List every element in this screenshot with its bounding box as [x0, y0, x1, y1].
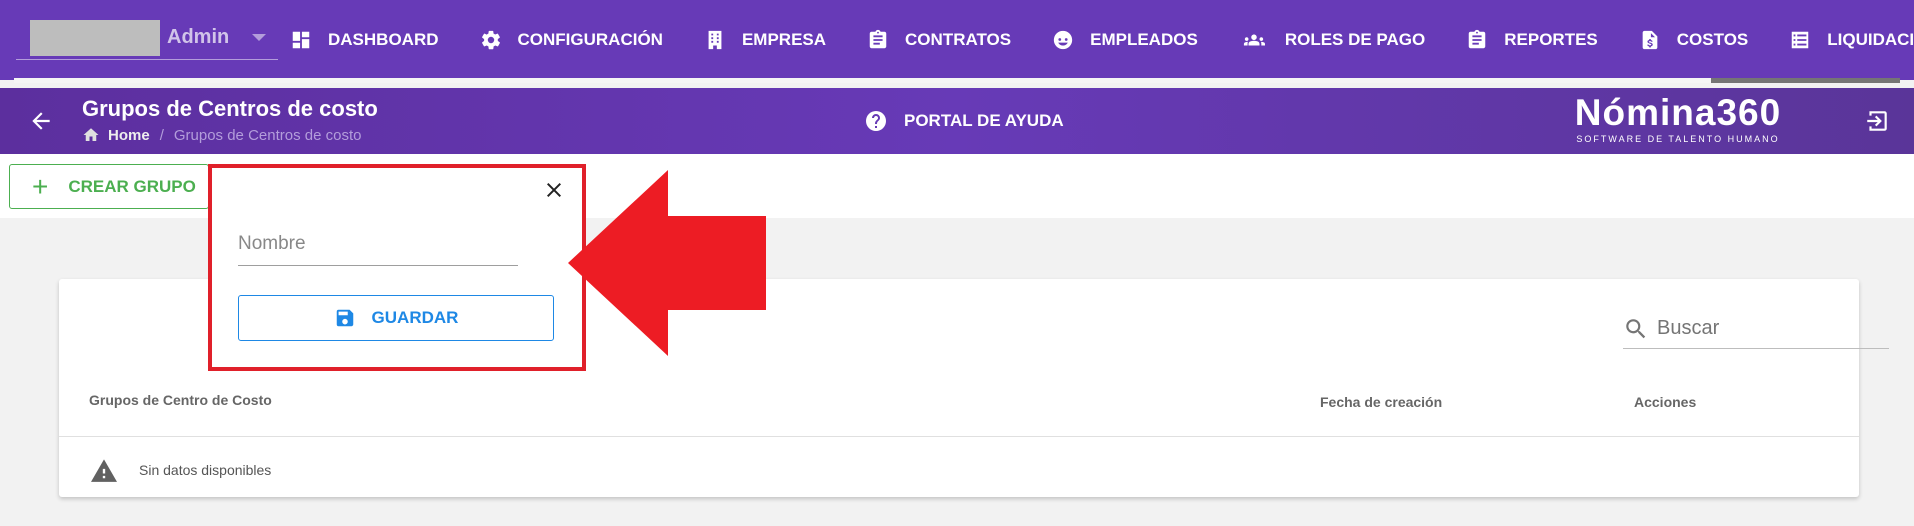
brand-name: Nómina360	[1574, 92, 1782, 133]
nav-item-empleados[interactable]: EMPLEADOS	[1052, 29, 1198, 51]
nav-item-reportes[interactable]: REPORTES	[1466, 29, 1598, 51]
home-icon	[83, 128, 99, 141]
nav-item-label: EMPLEADOS	[1090, 30, 1198, 49]
breadcrumb: Home / Grupos de Centros de costo	[82, 126, 361, 144]
nav-item-empresa[interactable]: EMPRESA	[704, 29, 826, 51]
clipboard-icon	[1469, 29, 1486, 49]
chevron-down-icon	[252, 34, 266, 41]
main-nav: DASHBOARD CONFIGURACIÓN EMPRESA CONTRATO…	[290, 0, 1914, 80]
breadcrumb-separator: /	[159, 126, 164, 144]
plus-icon: +	[32, 170, 49, 202]
help-portal-link[interactable]: PORTAL DE AYUDA	[864, 109, 1064, 133]
create-group-label: CREAR GRUPO	[68, 176, 196, 196]
breadcrumb-current: Grupos de Centros de costo	[173, 126, 362, 144]
user-select[interactable]: Admin	[16, 20, 278, 60]
search-input[interactable]	[1657, 317, 1877, 340]
nav-item-label: LIQUIDACIONES	[1827, 30, 1914, 49]
building-icon	[708, 30, 722, 50]
nav-item-costos[interactable]: COSTOS	[1639, 29, 1748, 51]
table-header-divider	[59, 436, 1859, 437]
nav-item-dashboard[interactable]: DASHBOARD	[290, 29, 439, 51]
search-box	[1623, 309, 1889, 349]
logout-icon[interactable]	[1864, 108, 1890, 134]
nav-item-label: DASHBOARD	[328, 30, 439, 49]
brand-tagline: SOFTWARE DE TALENTO HUMANO	[1576, 134, 1780, 144]
warning-icon	[91, 459, 117, 482]
save-button[interactable]: GUARDAR	[238, 295, 554, 341]
nav-item-contratos[interactable]: CONTRATOS	[867, 29, 1011, 51]
name-input[interactable]	[238, 226, 518, 262]
nav-item-label: REPORTES	[1504, 30, 1598, 49]
column-header-created-date[interactable]: Fecha de creación	[1320, 394, 1442, 410]
empty-state-row: Sin datos disponibles	[89, 457, 271, 483]
nav-item-roles-de-pago[interactable]: ROLES DE PAGO	[1239, 29, 1425, 51]
page-title: Grupos de Centros de costo	[82, 96, 378, 121]
list-icon	[1792, 31, 1809, 49]
create-group-button[interactable]: + CREAR GRUPO	[9, 164, 209, 209]
column-header-group-name[interactable]: Grupos de Centro de Costo	[89, 392, 272, 408]
nav-item-label: EMPRESA	[741, 30, 827, 49]
help-portal-label: PORTAL DE AYUDA	[904, 111, 1064, 130]
back-arrow-icon[interactable]	[28, 108, 54, 134]
create-group-popup: GUARDAR	[208, 164, 586, 371]
dollar-file-icon	[1642, 30, 1658, 50]
user-name: Admin	[167, 26, 230, 48]
empty-state-text: Sin datos disponibles	[139, 462, 272, 478]
nav-item-label: CONTRATOS	[905, 30, 1012, 49]
close-icon[interactable]	[542, 178, 566, 202]
nav-item-label: ROLES DE PAGO	[1284, 30, 1426, 49]
floppy-disk-icon	[336, 309, 353, 327]
brand-logo: Nómina360 SOFTWARE DE TALENTO HUMANO	[1568, 92, 1788, 144]
page-header: Grupos de Centros de costo Home / Grupos…	[0, 88, 1914, 154]
help-icon	[866, 111, 886, 131]
annotation-arrow-shape	[568, 170, 766, 356]
users-icon	[1243, 34, 1265, 46]
annotation-arrow	[568, 170, 766, 356]
column-header-actions: Acciones	[1634, 394, 1697, 410]
nav-item-label: COSTOS	[1676, 30, 1749, 49]
face-icon	[1053, 30, 1073, 50]
nav-progress-bar	[14, 78, 1900, 83]
nav-item-label: CONFIGURACIÓN	[517, 30, 663, 49]
save-button-label: GUARDAR	[371, 308, 459, 327]
top-navbar: Admin DASHBOARD CONFIGURACIÓN EMPRESA CO…	[0, 0, 1914, 83]
clipboard-icon	[869, 29, 887, 49]
gear-icon	[481, 30, 500, 50]
nav-item-configuracion[interactable]: CONFIGURACIÓN	[480, 29, 663, 51]
nav-item-liquidaciones[interactable]: LIQUIDACIONES	[1789, 29, 1914, 51]
name-field	[238, 226, 518, 266]
search-icon	[1626, 318, 1646, 338]
avatar	[30, 20, 160, 56]
breadcrumb-home[interactable]: Home	[108, 127, 150, 144]
nav-progress-fill	[14, 78, 1712, 83]
dashboard-icon	[292, 31, 310, 49]
